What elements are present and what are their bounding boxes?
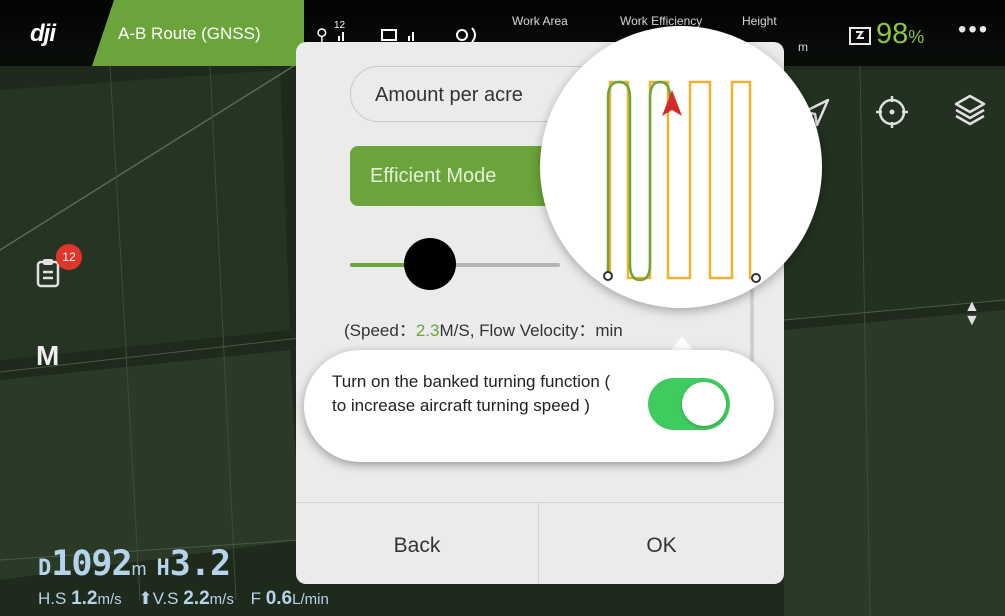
locate-target-icon[interactable] <box>874 94 910 135</box>
dialog-footer: Back OK <box>296 502 784 584</box>
height-prefix: H <box>156 556 170 581</box>
battery-percent: 98% <box>876 18 925 50</box>
height-label: Height <box>742 14 777 28</box>
flow-tail: min <box>595 321 623 340</box>
speed-prefix: (Speed： <box>344 321 416 340</box>
speed-flow-readout: H.S 1.2m/s ⬆V.S 2.2m/s F 0.6L/min <box>38 588 341 610</box>
distance-height-readout: D1092m H3.2 <box>38 544 231 584</box>
efficient-mode-label: Efficient Mode <box>370 165 497 187</box>
work-area-label: Work Area <box>512 14 568 28</box>
height-unit: m <box>798 40 808 54</box>
amount-select-label: Amount per acre <box>375 84 523 106</box>
route-path-illustration <box>603 80 761 283</box>
expand-collapse-icon[interactable]: ▲ ▼ <box>964 299 980 329</box>
speed-flow-summary: (Speed：2.3M/S, Flow Velocity：min <box>344 316 623 341</box>
horizontal-speed-unit: m/s <box>97 591 122 608</box>
satellite-count: 12 <box>334 20 346 31</box>
vertical-speed-value: 2.2 <box>183 588 210 609</box>
dji-logo: dji <box>30 20 56 47</box>
distance-unit: m <box>131 559 147 579</box>
distance-value: 1092 <box>51 544 132 584</box>
route-end-point <box>751 273 761 283</box>
horizontal-speed-value: 1.2 <box>71 588 98 609</box>
flight-mode-indicator: M <box>36 340 60 371</box>
speed-slider-handle[interactable] <box>404 238 456 290</box>
vertical-speed-unit: m/s <box>209 591 234 608</box>
route-preview-magnifier <box>540 26 822 308</box>
route-mode-label: A-B Route (GNSS) <box>118 24 261 43</box>
distance-prefix: D <box>38 556 52 581</box>
route-start-point <box>603 271 613 281</box>
back-button[interactable]: Back <box>296 503 538 584</box>
banked-turning-toggle[interactable] <box>648 378 730 430</box>
banked-turning-callout: Turn on the banked turning function ( to… <box>304 350 774 462</box>
speed-value: 2.3 <box>415 321 440 340</box>
ok-button[interactable]: OK <box>539 503 784 584</box>
vertical-speed-label: V.S <box>152 589 179 608</box>
aircraft-position-icon <box>662 90 682 116</box>
notification-badge: 12 <box>56 244 82 270</box>
height-value: 3.2 <box>169 544 231 584</box>
toggle-knob <box>682 382 726 426</box>
battery-icon <box>848 24 874 54</box>
speed-suffix: M/S, Flow Velocity： <box>439 321 596 340</box>
horizontal-speed-label: H.S <box>38 589 67 608</box>
flow-value: 0.6 <box>265 588 293 609</box>
map-layers-icon[interactable] <box>952 92 988 133</box>
planned-route-line <box>608 80 754 280</box>
up-arrow-icon: ⬆ <box>138 589 153 608</box>
banked-turning-label: Turn on the banked turning function ( to… <box>332 372 611 415</box>
flow-unit: L/min <box>292 591 329 608</box>
more-menu-icon[interactable]: ••• <box>958 16 989 44</box>
banked-route-line <box>606 80 672 282</box>
flow-label: F <box>250 589 261 608</box>
